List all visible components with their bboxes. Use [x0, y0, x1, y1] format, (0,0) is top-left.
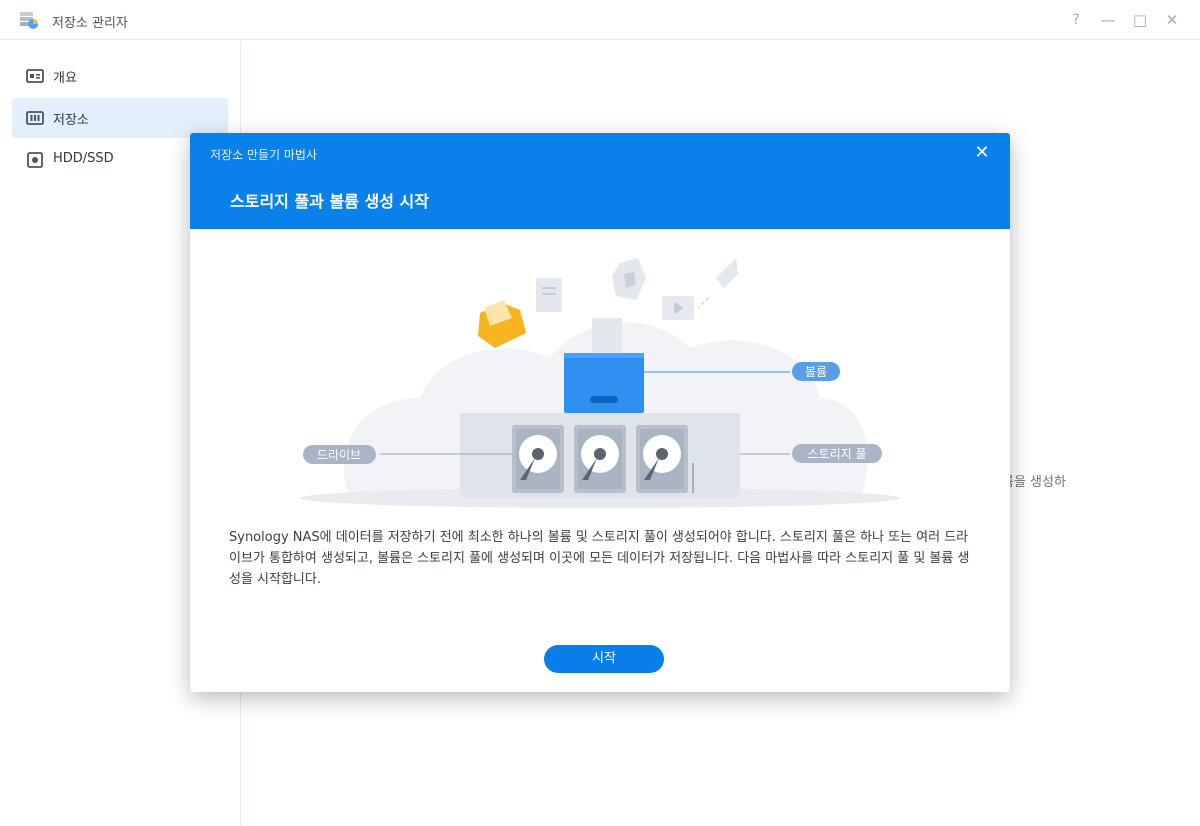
folder-icon: [478, 300, 526, 348]
wizard-description: Synology NAS에 데이터를 저장하기 전에 최소한 하나의 볼륨 및 …: [229, 530, 970, 587]
drive-3: [636, 425, 688, 493]
dialog-heading: 스토리지 풀과 볼륨 생성 시작: [230, 192, 429, 211]
sidebar-item-label: 저장소: [53, 113, 89, 128]
storage-icon: [26, 111, 44, 125]
overview-icon: [26, 69, 44, 83]
drive-1: [512, 425, 564, 493]
storage-manager-app-icon: [20, 12, 38, 29]
dialog-caption: 저장소 만들기 마법사: [210, 148, 317, 162]
dialog-close-button[interactable]: ✕: [972, 143, 992, 163]
minimize-button[interactable]: —: [1096, 8, 1120, 32]
drive-2: [574, 425, 626, 493]
create-storage-wizard-dialog: 저장소 만들기 마법사 ✕ 스토리지 풀과 볼륨 생성 시작 볼륨 드라이브 스…: [190, 133, 1010, 692]
drive-label: 드라이브: [317, 448, 361, 462]
volume-label: 볼륨: [805, 365, 827, 379]
sidebar-item-storage[interactable]: 저장소: [12, 98, 228, 138]
title-bar: 저장소 관리자 ? — □ ✕: [0, 0, 1200, 40]
sidebar-item-label: HDD/SSD: [53, 151, 114, 166]
background-partial-text: 륨을 생성하: [1002, 475, 1066, 490]
close-window-button[interactable]: ✕: [1160, 8, 1184, 32]
hdd-icon: [27, 152, 43, 168]
window-title: 저장소 관리자: [52, 16, 128, 31]
maximize-button[interactable]: □: [1128, 8, 1152, 32]
help-button[interactable]: ?: [1064, 8, 1088, 32]
sidebar-item-overview[interactable]: 개요: [12, 56, 228, 96]
rocket-icon: [716, 258, 738, 288]
storage-pool-label: 스토리지 풀: [807, 447, 866, 461]
sidebar-item-label: 개요: [53, 71, 77, 86]
storage-pool-illustration: 볼륨 드라이브 스토리지 풀: [300, 258, 900, 508]
dialog-header: 저장소 만들기 마법사 ✕ 스토리지 풀과 볼륨 생성 시작: [190, 133, 1010, 229]
volume-box: [564, 353, 644, 413]
start-button[interactable]: 시작: [544, 645, 664, 673]
